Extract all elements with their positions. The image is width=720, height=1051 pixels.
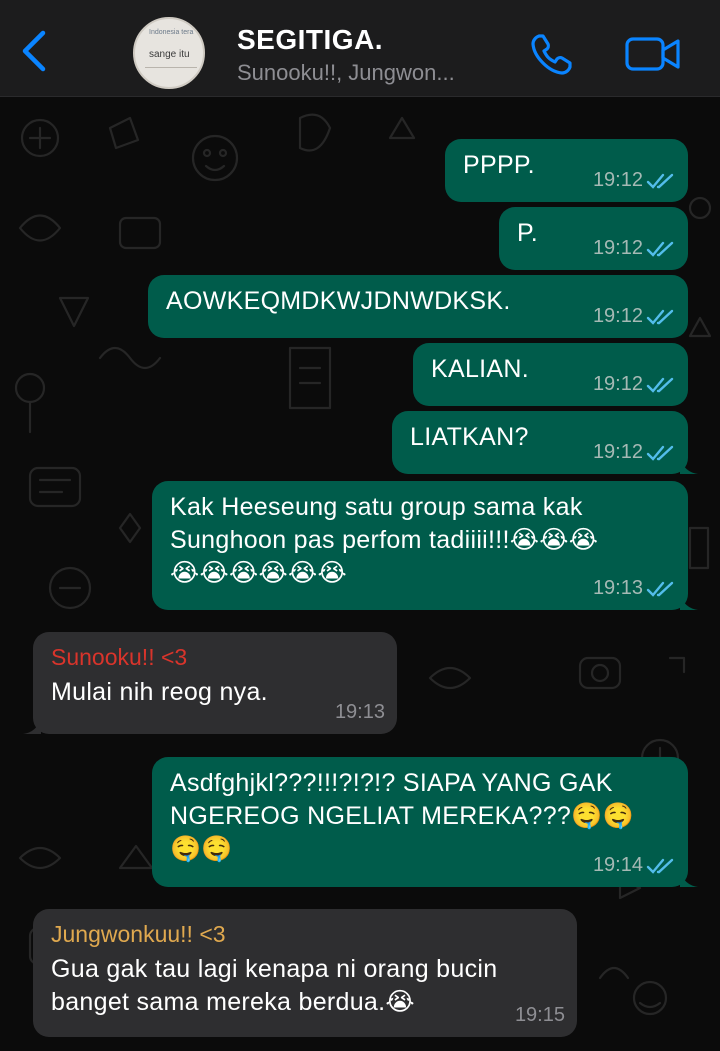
message-time: 19:12 — [592, 169, 643, 191]
message-text: Gua gak tau lagi kenapa ni orang bucin b… — [51, 955, 498, 1016]
double-check-icon — [646, 858, 674, 874]
double-check-icon — [646, 581, 674, 597]
message-text: Asdfghjkl???!!!?!?!? SIAPA YANG GAK NGER… — [170, 769, 634, 863]
chevron-left-icon — [22, 30, 46, 72]
message-meta: 19:15 — [515, 1004, 565, 1027]
message-meta: 19:12 — [593, 373, 676, 396]
message-time: 19:12 — [592, 373, 643, 395]
message-bubble-incoming[interactable]: Sunooku!! <3 Mulai nih reog nya. 19:13 — [23, 632, 397, 734]
message-time: 19:12 — [592, 237, 643, 259]
chat-participants[interactable]: Sunooku!!, Jungwon... — [237, 60, 455, 86]
back-button[interactable] — [12, 26, 56, 76]
bubble-tail — [680, 871, 698, 887]
message-time: 19:13 — [334, 701, 385, 723]
sender-name[interactable]: Jungwonkuu!! <3 — [51, 919, 561, 949]
message-bubble-outgoing[interactable]: P. 19:12 — [499, 207, 688, 270]
sender-name[interactable]: Sunooku!! <3 — [51, 642, 381, 672]
message-bubble-outgoing[interactable]: Kak Heeseung satu group sama kak Sunghoo… — [152, 481, 698, 610]
message-time: 19:14 — [592, 854, 643, 876]
voice-call-button[interactable] — [524, 28, 580, 80]
avatar-rule — [145, 67, 197, 68]
message-meta: 19:13 — [593, 577, 676, 600]
bubble-tail — [680, 594, 698, 610]
message-meta: 19:12 — [593, 237, 676, 260]
double-check-icon — [646, 241, 674, 257]
message-time: 19:12 — [592, 441, 643, 463]
message-bubble-outgoing[interactable]: AOWKEQMDKWJDNWDKSK. 19:12 — [148, 275, 688, 338]
message-bubble-outgoing[interactable]: KALIAN. 19:12 — [413, 343, 688, 406]
message-meta: 19:12 — [593, 305, 676, 328]
chat-header: Indonesia tera sange itu SEGITIGA. Sunoo… — [0, 0, 720, 97]
video-camera-icon — [625, 37, 680, 71]
message-meta: 19:12 — [593, 169, 676, 192]
double-check-icon — [646, 377, 674, 393]
message-meta: 19:12 — [593, 441, 676, 464]
video-call-button[interactable] — [620, 28, 686, 80]
message-text: Kak Heeseung satu group sama kak Sunghoo… — [170, 493, 599, 587]
chat-title[interactable]: SEGITIGA. — [237, 24, 383, 56]
bubble-tail — [23, 718, 41, 734]
bubble-tail — [680, 458, 698, 474]
phone-icon — [531, 34, 572, 75]
message-text: Mulai nih reog nya. — [51, 678, 268, 706]
message-time: 19:15 — [514, 1004, 565, 1026]
avatar-text-top: Indonesia tera — [149, 29, 194, 36]
message-time: 19:12 — [592, 305, 643, 327]
double-check-icon — [646, 173, 674, 189]
group-avatar[interactable]: Indonesia tera sange itu — [133, 17, 205, 89]
message-bubble-outgoing[interactable]: Asdfghjkl???!!!?!?!? SIAPA YANG GAK NGER… — [152, 757, 698, 887]
double-check-icon — [646, 445, 674, 461]
message-bubble-outgoing[interactable]: PPPP. 19:12 — [445, 139, 688, 202]
avatar-text-main: sange itu — [149, 49, 190, 60]
message-time: 19:13 — [592, 577, 643, 599]
message-meta: 19:14 — [593, 854, 676, 877]
message-meta: 19:13 — [335, 701, 385, 724]
message-bubble-incoming[interactable]: Jungwonkuu!! <3 Gua gak tau lagi kenapa … — [33, 909, 577, 1037]
message-bubble-outgoing[interactable]: LIATKAN? 19:12 — [392, 411, 698, 474]
double-check-icon — [646, 309, 674, 325]
message-list[interactable]: PPPP. 19:12 P. 19:12 AOWKEQMDKWJDNWDKSK.… — [0, 98, 720, 1051]
